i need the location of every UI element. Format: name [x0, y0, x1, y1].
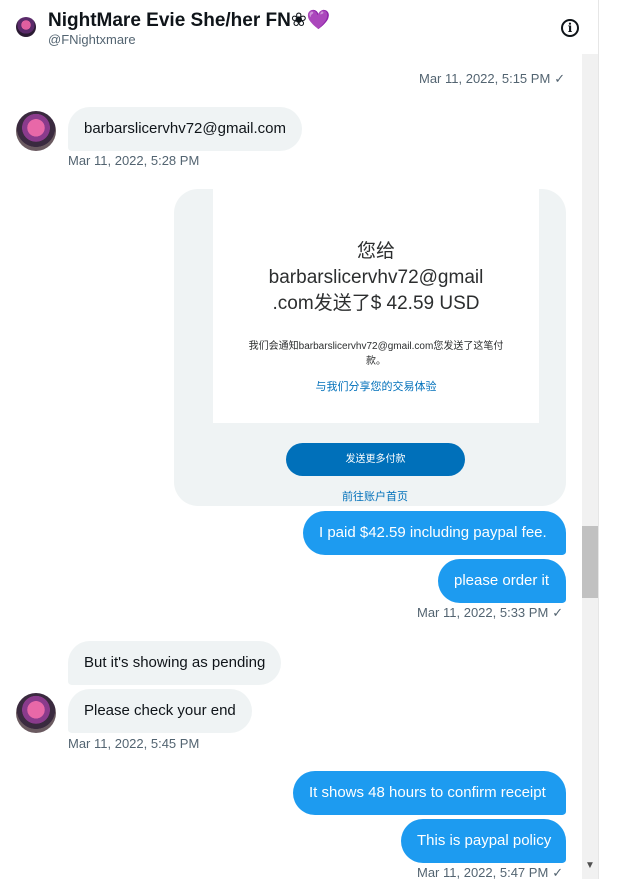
info-icon[interactable]: i — [561, 19, 579, 37]
payment-screenshot-card[interactable]: 您给 barbarslicervhv72@gmail .com发送了$ 42.5… — [174, 189, 566, 506]
payment-receipt: 您给 barbarslicervhv72@gmail .com发送了$ 42.5… — [213, 189, 539, 423]
message-timestamp: Mar 11, 2022, 5:33 PM ✓ — [417, 605, 564, 620]
message-timestamp: Mar 11, 2022, 5:15 PM ✓ — [419, 71, 566, 86]
share-experience-link: 与我们分享您的交易体验 — [315, 381, 437, 393]
scrollbar-thumb[interactable] — [582, 526, 598, 598]
account-home-link: 前往账户首页 — [342, 491, 408, 503]
avatar[interactable] — [16, 111, 56, 151]
scroll-down-arrow-icon[interactable]: ▼ — [582, 860, 598, 876]
receipt-note: 我们会通知barbarslicervhv72@gmail.com您发送了这笔付款… — [248, 341, 504, 367]
message-bubble-received[interactable]: barbarslicervhv72@gmail.com — [68, 107, 302, 151]
sent-check-icon: ✓ — [552, 605, 564, 620]
sent-check-icon: ✓ — [554, 71, 566, 86]
message-bubble-received[interactable]: Please check your end — [68, 689, 252, 733]
avatar[interactable] — [16, 693, 56, 733]
receipt-title: 您给 barbarslicervhv72@gmail .com发送了$ 42.5… — [268, 241, 484, 314]
message-timestamp: Mar 11, 2022, 5:45 PM — [68, 736, 200, 751]
sent-check-icon: ✓ — [552, 865, 564, 880]
message-bubble-sent[interactable]: It shows 48 hours to confirm receipt — [293, 771, 566, 815]
conversation-name[interactable]: NightMare Evie She/her FN❀💜 — [48, 8, 330, 32]
message-bubble-sent[interactable]: I paid $42.59 including paypal fee. — [303, 511, 566, 555]
avatar[interactable] — [16, 17, 36, 37]
display-name: NightMare Evie She/her FN — [48, 10, 291, 31]
purple-heart-icon: 💜 — [306, 10, 331, 31]
flower-emoji: ❀ — [290, 10, 307, 31]
window-edge — [598, 0, 622, 879]
user-handle[interactable]: @FNightxmare — [48, 32, 136, 47]
message-bubble-sent[interactable]: This is paypal policy — [401, 819, 566, 863]
message-bubble-received[interactable]: But it's showing as pending — [68, 641, 282, 685]
message-timestamp: Mar 11, 2022, 5:28 PM — [68, 153, 200, 168]
scrollbar[interactable]: ▼ — [582, 0, 598, 879]
message-bubble-sent[interactable]: please order it — [438, 559, 566, 603]
conversation-header: NightMare Evie She/her FN❀💜 @FNightxmare… — [0, 0, 598, 54]
send-more-button: 发送更多付款 — [286, 443, 465, 476]
